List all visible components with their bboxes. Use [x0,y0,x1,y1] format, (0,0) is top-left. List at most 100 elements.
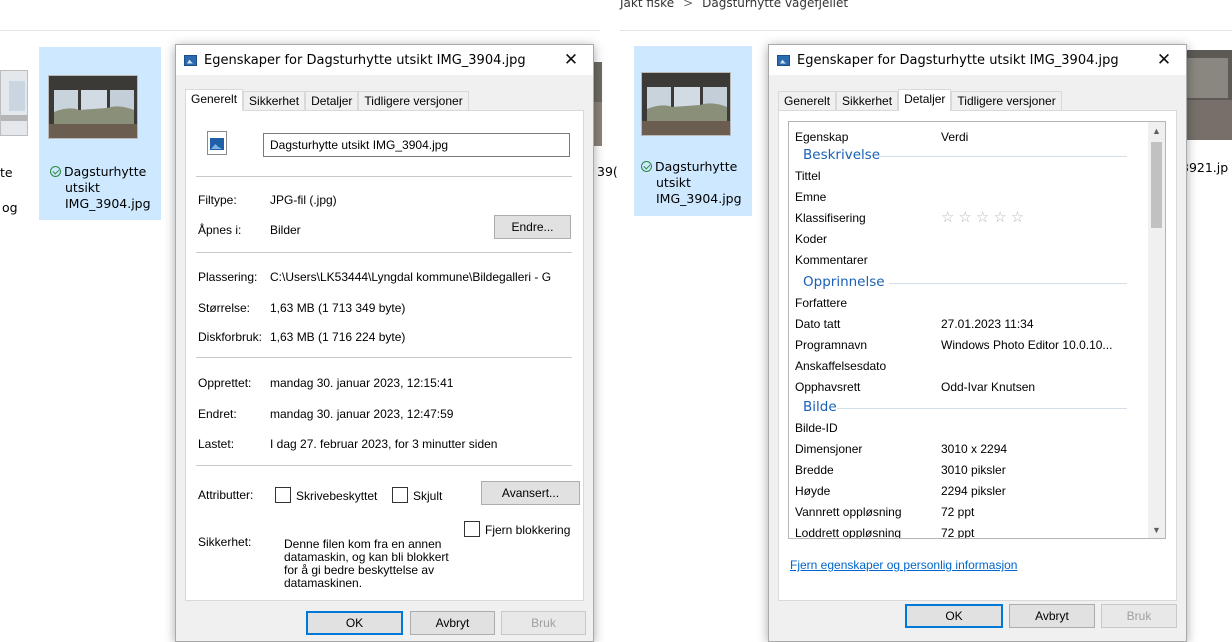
selected-filename-left: Dagsturhytte utsikt IMG_3904.jpg [50,164,151,212]
cancel-button[interactable]: Avbryt [410,611,495,635]
property-name: Dato tatt [795,317,841,331]
ok-button[interactable]: OK [306,611,403,635]
partial-thumbnail-far-right[interactable] [1180,50,1232,140]
sync-ok-icon [641,161,652,172]
dialog-titlebar[interactable]: Egenskaper for Dagsturhytte utsikt IMG_3… [769,45,1186,75]
filename-line-3: IMG_3904.jpg [65,196,151,211]
property-name: Forfattere [795,296,848,310]
hidden-checkbox[interactable] [392,487,408,503]
close-icon[interactable]: ✕ [1142,45,1186,75]
property-row[interactable]: Opphavsrett Odd-Ivar Knutsen [795,380,1035,394]
property-row[interactable]: Anskaffelsesdato [795,359,886,373]
property-row[interactable]: Klassifisering ☆☆☆☆☆ [795,209,1024,226]
column-header-property[interactable]: Egenskap [795,130,848,144]
property-name: Emne [795,190,827,204]
property-row[interactable]: Loddrett oppløsning 72 ppt [795,526,974,538]
unblock-label[interactable]: Fjern blokkering [485,523,570,537]
property-value: 72 ppt [941,526,975,539]
scroll-up-icon[interactable]: ▲ [1148,122,1165,139]
cabin-view-thumbnail [49,76,137,138]
column-header-value[interactable]: Verdi [941,130,968,144]
property-row[interactable]: Vannrett oppløsning 72 ppt [795,505,974,519]
property-name: Dimensjoner [795,442,863,456]
property-name: Opphavsrett [795,380,861,394]
explorer-divider-right [620,30,1232,31]
file-thumbnail-right [641,72,731,136]
hidden-label[interactable]: Skjult [413,489,442,503]
property-row[interactable]: Programnavn Windows Photo Editor 10.0.10… [795,338,1112,352]
details-property-list[interactable]: Egenskap Verdi Beskrivelse Tittel Emne K… [788,121,1166,539]
diskforbruk-value: 1,63 MB (1 716 224 byte) [270,330,406,344]
close-icon[interactable]: ✕ [549,45,593,75]
diskforbruk-label: Diskforbruk: [198,330,263,344]
ok-button[interactable]: OK [905,604,1003,628]
tab-tidligere-versjoner[interactable]: Tidligere versjoner [358,91,469,111]
column-header[interactable]: Egenskap Verdi [795,130,968,144]
property-row[interactable]: Dimensjoner 3010 x 2294 [795,442,1007,456]
unblock-checkbox[interactable] [464,521,480,537]
lastet-value: I dag 27. februar 2023, for 3 minutter s… [270,437,498,451]
property-value: 27.01.2023 11:34 [941,317,1034,331]
partial-filename-far-right: 3921.jp [1181,160,1229,175]
group-line [889,283,1127,284]
property-row[interactable]: Dato tatt 27.01.2023 11:34 [795,317,1034,331]
breadcrumb-item-dagsturhytte[interactable]: Dagsturhytte vagefjellet [702,0,848,10]
tab-detaljer[interactable]: Detaljer [898,89,952,111]
filename-line-1: Dagsturhytte [655,159,738,174]
property-row[interactable]: Kommentarer [795,253,868,267]
property-row[interactable]: Høyde 2294 piksler [795,484,1006,498]
property-row[interactable]: Tittel [795,169,821,183]
remove-properties-link[interactable]: Fjern egenskaper og personlig informasjo… [790,558,1017,572]
partial-thumbnail-left[interactable] [0,70,28,136]
group-line [837,408,1127,409]
attributter-label: Attributter: [198,488,254,502]
property-name: Koder [795,232,828,246]
readonly-checkbox[interactable] [275,487,291,503]
partial-filename-left-1: te [0,165,13,180]
property-name: Høyde [795,484,831,498]
file-name-field[interactable]: Dagsturhytte utsikt IMG_3904.jpg [263,133,570,157]
property-row[interactable]: Forfattere [795,296,847,310]
opprettet-label: Opprettet: [198,376,252,390]
advanced-button[interactable]: Avansert... [481,481,580,505]
tab-tidligere-versjoner[interactable]: Tidligere versjoner [951,91,1062,111]
plassering-value: C:\Users\LK53444\Lyngdal kommune\Bildega… [270,270,552,284]
readonly-label[interactable]: Skrivebeskyttet [296,489,377,503]
tab-detaljer[interactable]: Detaljer [305,91,359,111]
image-file-icon [777,54,790,66]
endret-value: mandag 30. januar 2023, 12:47:59 [270,407,454,421]
scroll-down-icon[interactable]: ▼ [1148,521,1165,538]
tab-generelt[interactable]: Generelt [185,89,244,111]
details-tab-panel: Egenskap Verdi Beskrivelse Tittel Emne K… [778,110,1177,601]
rating-stars-icon[interactable]: ☆☆☆☆☆ [941,208,1028,226]
property-value: 72 ppt [941,505,975,519]
property-row[interactable]: Bredde 3010 piksler [795,463,1006,477]
apply-button[interactable]: Bruk [501,611,586,635]
property-row[interactable]: Emne [795,190,826,204]
filename-line-2: utsikt [65,180,100,195]
change-program-button[interactable]: Endre... [494,215,571,239]
property-value: Windows Photo Editor 10.0.10... [941,338,1113,352]
apply-button[interactable]: Bruk [1101,604,1177,628]
group-line [879,156,1127,157]
tab-sikkerhet[interactable]: Sikkerhet [836,91,899,111]
filtype-label: Filtype: [198,193,237,207]
cancel-button[interactable]: Avbryt [1009,604,1095,628]
tab-sikkerhet[interactable]: Sikkerhet [243,91,306,111]
property-row[interactable]: Bilde-ID [795,421,838,435]
tab-generelt[interactable]: Generelt [778,91,837,111]
dialog-titlebar[interactable]: Egenskaper for Dagsturhytte utsikt IMG_3… [176,45,593,75]
vertical-scrollbar[interactable]: ▲ ▼ [1148,122,1165,538]
separator [196,465,572,466]
tab-strip: Generelt Sikkerhet Detaljer Tidligere ve… [185,89,469,111]
properties-dialog-general: Egenskaper for Dagsturhytte utsikt IMG_3… [175,44,594,642]
breadcrumb-item-jakt-fiske[interactable]: Jakt fiske [620,0,674,10]
partial-filename-right-edge: 39( [597,164,618,179]
separator [196,252,572,253]
property-row[interactable]: Koder [795,232,827,246]
scrollbar-thumb[interactable] [1151,142,1162,228]
explorer-divider-left [0,30,600,31]
separator [196,176,572,177]
property-name: Bilde-ID [795,421,838,435]
plassering-label: Plassering: [198,270,258,284]
